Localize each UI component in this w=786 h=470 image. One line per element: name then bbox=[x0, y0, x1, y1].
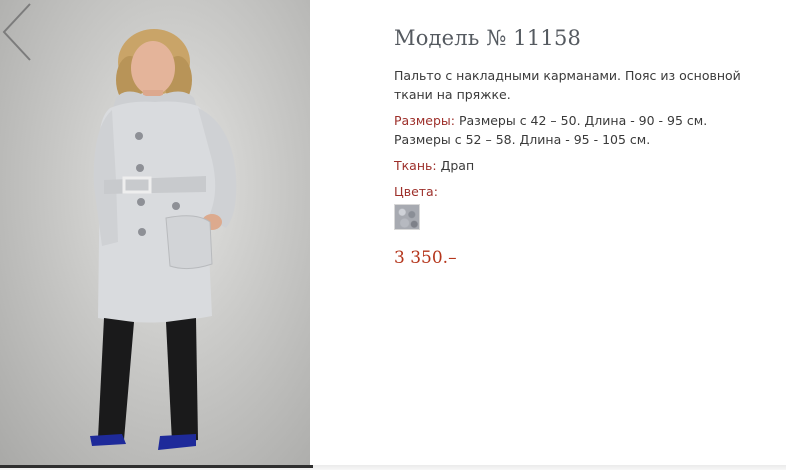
sizes-label: Размеры: bbox=[394, 113, 455, 128]
chevron-left-icon[interactable] bbox=[0, 0, 34, 64]
colors-row: Цвета: bbox=[394, 182, 764, 201]
product-price: 3 350.– bbox=[394, 248, 457, 268]
gallery-scroll-indicator[interactable] bbox=[0, 465, 313, 468]
colors-label: Цвета: bbox=[394, 184, 438, 199]
product-title: Модель № 11158 bbox=[394, 26, 582, 50]
fabric-value: Драп bbox=[440, 158, 475, 173]
sizes-row: Размеры: Размеры с 42 – 50. Длина - 90 -… bbox=[394, 111, 764, 149]
fabric-row: Ткань: Драп bbox=[394, 156, 764, 175]
gallery-scroll-track bbox=[0, 465, 786, 470]
product-description: Пальто с накладными карманами. Пояс из о… bbox=[394, 68, 741, 102]
color-swatch-icon[interactable] bbox=[394, 204, 420, 230]
product-info: Модель № 11158 Пальто с накладными карма… bbox=[394, 26, 764, 268]
fabric-label: Ткань: bbox=[394, 158, 437, 173]
product-photo bbox=[0, 0, 310, 465]
model-figure bbox=[90, 29, 237, 450]
